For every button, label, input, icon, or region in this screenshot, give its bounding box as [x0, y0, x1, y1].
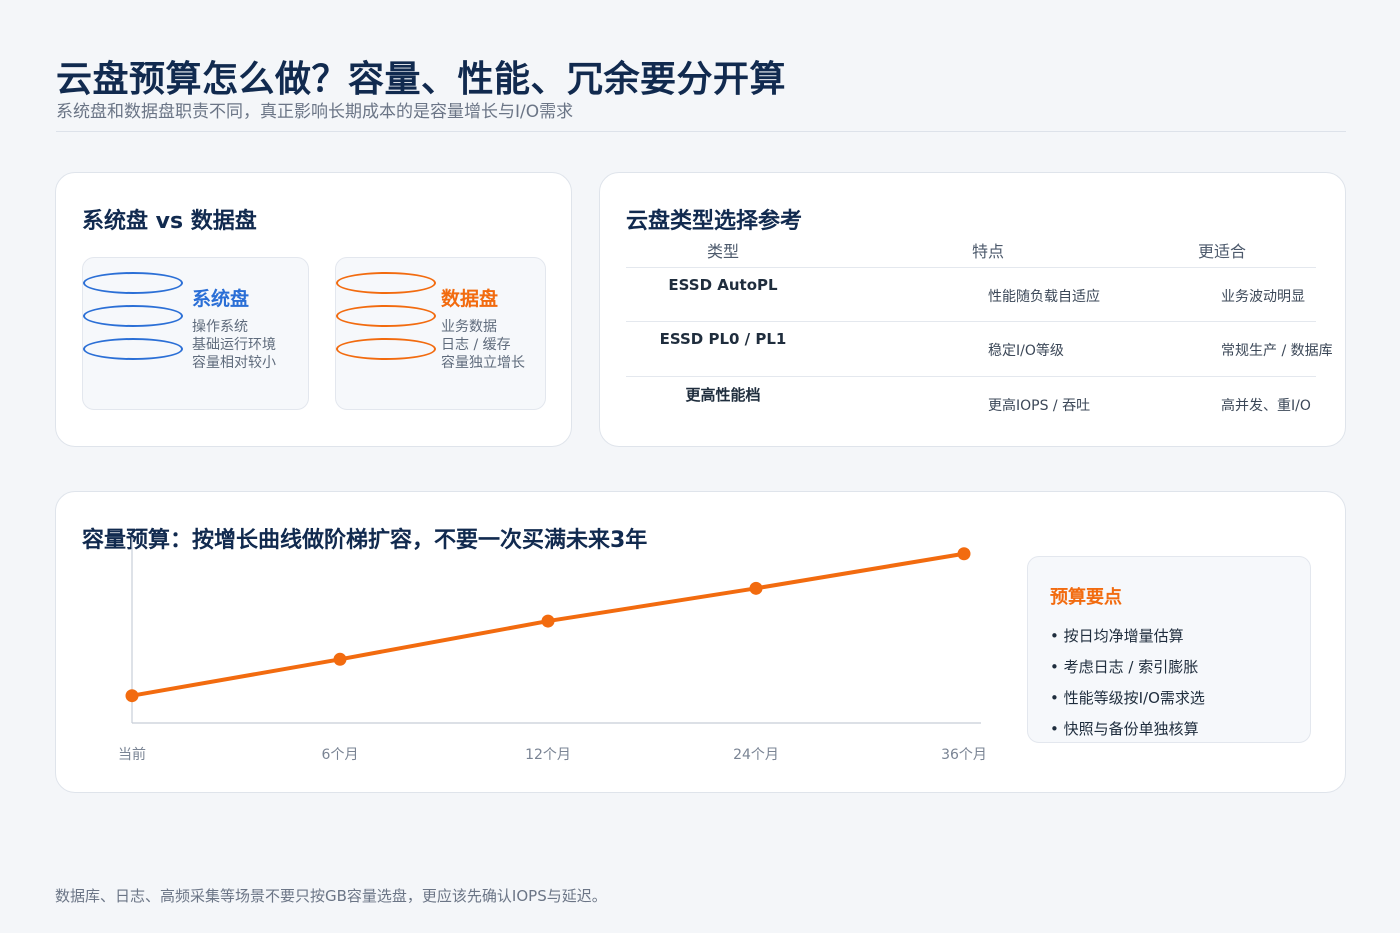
system-disk-line: 基础运行环境 — [192, 337, 276, 353]
budget-tip: • 性能等级按I/O需求选 — [1050, 689, 1205, 707]
chart-tick-labels: 当前 6个月 12个月 24个月 36个月 — [118, 746, 987, 763]
row-type: 更高性能档 — [685, 386, 761, 404]
data-disk-name: 数据盘 — [441, 288, 499, 310]
capacity-growth-chart: 当前 6个月 12个月 24个月 36个月 — [118, 537, 987, 763]
budget-tips-box: 预算要点 • 按日均净增量估算 • 考虑日志 / 索引膨胀 • 性能等级按I/O… — [1027, 556, 1311, 743]
table-divider — [626, 376, 1316, 377]
data-point — [125, 689, 139, 703]
x-tick-label: 36个月 — [941, 747, 987, 763]
data-disk-panel: 数据盘 业务数据 日志 / 缓存 容量独立增长 — [335, 257, 546, 410]
data-disk-line: 业务数据 — [441, 319, 497, 335]
system-disk-line: 操作系统 — [192, 319, 248, 335]
title-divider — [56, 131, 1346, 132]
footer-note: 数据库、日志、高频采集等场景不要只按GB容量选盘，更应该先确认IOPS与延迟。 — [55, 887, 607, 905]
disk-ring — [83, 305, 183, 327]
disk-compare-card: 系统盘 vs 数据盘 系统盘 操作系统 基础运行环境 容量相对较小 数据盘 业务… — [55, 172, 572, 447]
table-header-type: 类型 — [707, 242, 740, 261]
row-type: ESSD PL0 / PL1 — [659, 330, 787, 348]
page-title: 云盘预算怎么做？容量、性能、冗余要分开算 — [56, 59, 787, 100]
data-disk-icon — [336, 272, 440, 368]
row-fit: 常规生产 / 数据库 — [1221, 343, 1333, 359]
x-tick-label: 24个月 — [733, 747, 779, 763]
data-point — [541, 614, 555, 628]
row-fit: 高并发、重I/O — [1221, 398, 1311, 414]
disk-compare-title: 系统盘 vs 数据盘 — [82, 209, 257, 234]
system-disk-line: 容量相对较小 — [192, 355, 276, 371]
table-header-fit: 更适合 — [1198, 242, 1247, 261]
row-type: ESSD AutoPL — [668, 276, 778, 294]
disk-ring — [83, 272, 183, 294]
data-point — [749, 581, 763, 595]
page-subtitle: 系统盘和数据盘职责不同，真正影响长期成本的是容量增长与I/O需求 — [56, 102, 574, 122]
system-disk-desc: 操作系统 基础运行环境 容量相对较小 — [192, 318, 276, 372]
row-feature: 更高IOPS / 吞吐 — [988, 398, 1091, 414]
table-divider — [626, 321, 1316, 322]
row-feature: 性能随负载自适应 — [988, 289, 1100, 305]
data-disk-line: 容量独立增长 — [441, 355, 525, 371]
row-feature: 稳定I/O等级 — [988, 343, 1064, 359]
budget-tips-title: 预算要点 — [1050, 587, 1122, 608]
x-tick-label: 12个月 — [525, 747, 571, 763]
system-disk-icon — [83, 272, 187, 368]
disk-ring — [336, 338, 436, 360]
chart-axes — [131, 537, 981, 724]
budget-tip: • 按日均净增量估算 — [1050, 627, 1184, 645]
data-point — [333, 652, 347, 666]
disk-ring — [336, 305, 436, 327]
budget-tip: • 考虑日志 / 索引膨胀 — [1050, 658, 1199, 676]
system-disk-panel: 系统盘 操作系统 基础运行环境 容量相对较小 — [82, 257, 309, 410]
disk-ring — [83, 338, 183, 360]
table-header-feature: 特点 — [972, 242, 1005, 261]
data-disk-line: 日志 / 缓存 — [441, 337, 511, 353]
table-divider — [626, 267, 1316, 268]
data-disk-desc: 业务数据 日志 / 缓存 容量独立增长 — [441, 318, 525, 372]
chart-series — [125, 547, 971, 703]
system-disk-name: 系统盘 — [192, 288, 250, 310]
x-tick-label: 6个月 — [322, 747, 359, 763]
disk-types-title: 云盘类型选择参考 — [626, 209, 803, 234]
data-point — [957, 547, 971, 561]
disk-ring — [336, 272, 436, 294]
row-fit: 业务波动明显 — [1221, 289, 1305, 305]
x-tick-label: 当前 — [118, 746, 146, 763]
budget-tip: • 快照与备份单独核算 — [1050, 720, 1199, 738]
